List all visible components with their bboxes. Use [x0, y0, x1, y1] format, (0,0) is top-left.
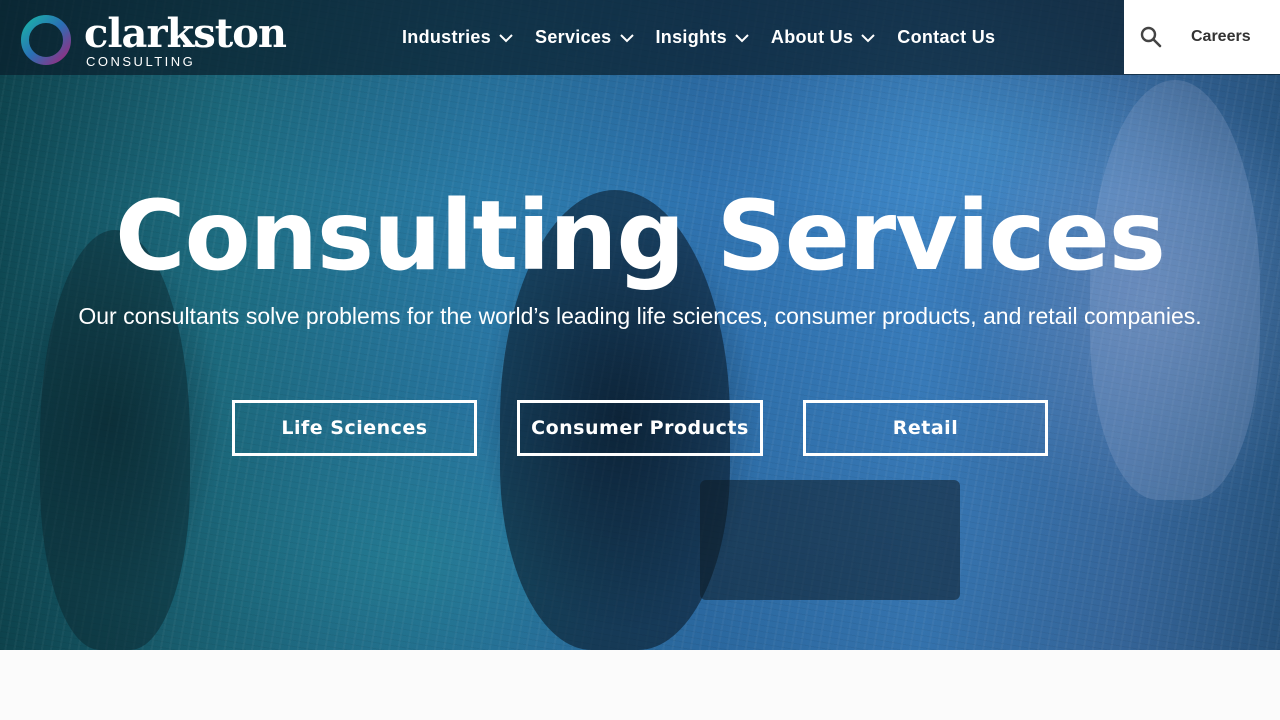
chevron-down-icon: [861, 33, 876, 42]
nav-label: Contact Us: [897, 27, 996, 47]
search-icon: [1140, 26, 1162, 48]
nav-item-industries[interactable]: Industries: [402, 27, 513, 48]
site-header: clarkston CONSULTING Industries Services…: [0, 0, 1280, 75]
search-button[interactable]: [1124, 0, 1178, 74]
nav-label: Insights: [655, 27, 727, 47]
logo-wordmark: clarkston: [84, 10, 287, 57]
chevron-down-icon: [499, 33, 513, 42]
logo-tagline: CONSULTING: [86, 54, 196, 69]
main-nav: Industries Services Insights About Us Co…: [402, 0, 1017, 75]
page-title: Consulting Services: [115, 180, 1166, 292]
nav-item-insights[interactable]: Insights: [656, 27, 749, 48]
utility-bar: Careers: [1124, 0, 1280, 74]
nav-label: Industries: [402, 27, 492, 47]
nav-label: About Us: [770, 27, 854, 47]
retail-button[interactable]: Retail: [803, 400, 1048, 456]
nav-item-contact-us[interactable]: Contact Us: [897, 27, 995, 48]
careers-link[interactable]: Careers: [1191, 28, 1251, 46]
nav-item-services[interactable]: Services: [535, 27, 634, 48]
chevron-down-icon: [735, 33, 749, 42]
logo-ring-icon: [21, 15, 71, 65]
clarkston-logo[interactable]: clarkston CONSULTING: [20, 10, 295, 70]
nav-item-about-us[interactable]: About Us: [770, 27, 876, 48]
life-sciences-button[interactable]: Life Sciences: [232, 400, 477, 456]
chevron-down-icon: [619, 33, 634, 42]
nav-label: Services: [535, 27, 612, 47]
hero-subtitle: Our consultants solve problems for the w…: [78, 303, 1202, 329]
hero-section: Consulting Services Our consultants solv…: [0, 0, 1280, 650]
consumer-products-button[interactable]: Consumer Products: [517, 400, 763, 456]
